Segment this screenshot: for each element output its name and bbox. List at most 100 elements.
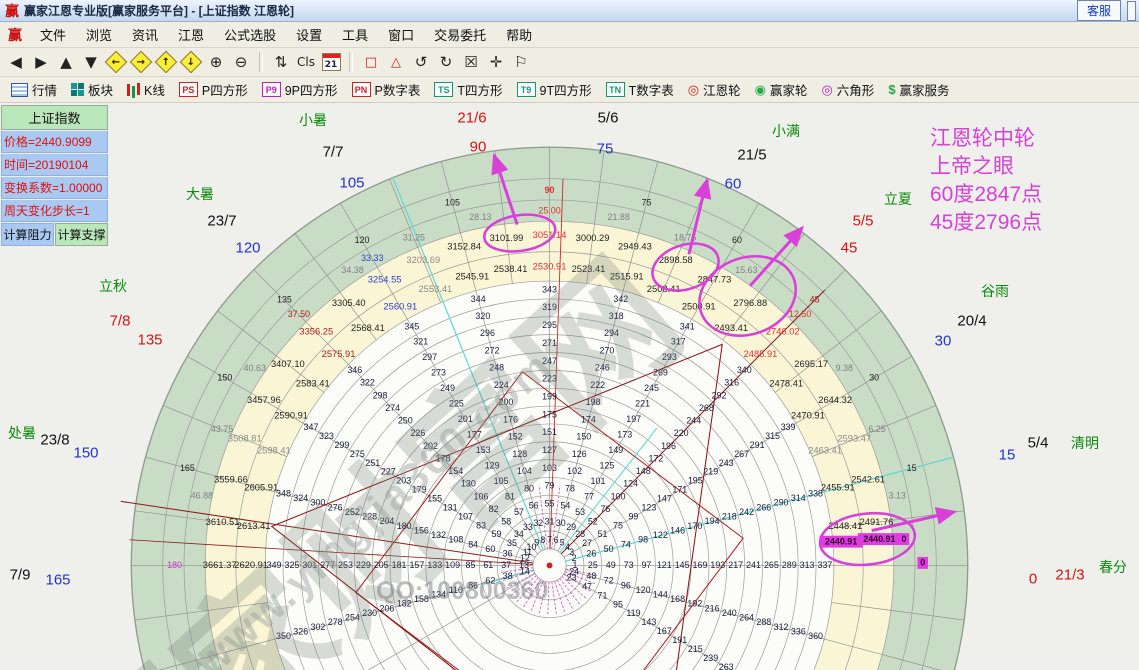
tool-K线[interactable]: K线 [120,78,172,101]
rotate-down-icon[interactable]: ▼ [80,51,102,73]
svg-text:3661.37: 3661.37 [203,560,237,570]
menu-item-7[interactable]: 窗口 [378,22,424,47]
svg-text:293: 293 [662,352,677,362]
pan-up-icon[interactable]: ↑ [154,50,178,74]
svg-text:149: 149 [608,445,623,455]
PS-icon: PS [178,82,198,97]
svg-text:72: 72 [604,576,614,586]
tool-9T四方形[interactable]: T9 9T四方形 [510,78,599,101]
svg-text:298: 298 [373,390,388,400]
calendar-icon[interactable]: 21 [320,51,342,73]
tool-行情[interactable]: 行情 [4,78,64,101]
svg-text:345: 345 [404,321,419,331]
edge-partial-button[interactable] [1127,0,1136,21]
pan-left-icon[interactable]: ← [104,50,128,74]
menu-item-8[interactable]: 交易委托 [424,22,496,47]
tool-P数字表[interactable]: PN P数字表 [345,78,428,101]
menu-item-0[interactable]: 文件 [30,22,76,47]
tool-江恩轮[interactable]: ◎ 江恩轮 [681,78,748,101]
tool-label: 9P四方形 [284,84,338,98]
svg-text:241: 241 [746,560,761,570]
svg-text:107: 107 [458,511,473,521]
chart-type-toolbar: 行情 板块 K线 PS P四方形 P9 9P四方形 PN P数字表 TS T四方形 T9 9T四方形 TN… [0,77,1139,103]
svg-text:173: 173 [617,429,632,439]
xbox-tool-icon[interactable]: ☒ [460,51,482,73]
zoom-in-icon[interactable]: ⊕ [205,51,227,73]
tool-label: 赢家服务 [899,84,950,98]
svg-text:2463.41: 2463.41 [808,446,842,456]
svg-text:178: 178 [436,453,451,463]
svg-text:344: 344 [471,294,486,304]
main-toolbar: ◀ ▶ ▲ ▼ ← → ↑ ↓ ⊕ ⊖ ⇅ Cls 21 □ △ ↺ ↻ ☒ ✛ ⚐ [0,48,1139,77]
rotate-up-icon[interactable]: ▲ [55,51,77,73]
svg-text:250: 250 [398,416,413,426]
wheel-outer-label: 清明 [1071,435,1099,451]
tool-T四方形[interactable]: TS T四方形 [427,78,509,101]
tool-P四方形[interactable]: PS P四方形 [172,78,255,101]
svg-text:77: 77 [584,491,594,501]
tool-六角形[interactable]: ◎ 六角形 [814,78,881,101]
rotate-cw-icon[interactable]: ↻ [435,51,457,73]
menu-item-4[interactable]: 公式选股 [214,22,286,47]
triangle-tool-icon[interactable]: △ [385,51,407,73]
zoom-out-icon[interactable]: ⊖ [230,51,252,73]
svg-text:169: 169 [693,560,708,570]
menu-item-2[interactable]: 资讯 [122,22,168,47]
svg-text:272: 272 [485,345,500,355]
svg-text:105: 105 [445,198,460,208]
pan-down-icon[interactable]: ↓ [179,50,203,74]
svg-text:31.25: 31.25 [403,232,425,242]
tool-赢家轮[interactable]: ◉ 赢家轮 [748,78,815,101]
svg-text:104: 104 [517,466,532,476]
rotate-ccw-icon[interactable]: ↺ [410,51,432,73]
svg-text:252: 252 [345,507,360,517]
svg-text:2538.41: 2538.41 [494,264,528,274]
svg-text:80: 80 [524,483,534,493]
menu-item-6[interactable]: 工具 [332,22,378,47]
svg-text:29: 29 [566,522,576,532]
menu-item-9[interactable]: 帮助 [496,22,542,47]
svg-text:177: 177 [467,429,482,439]
tool-T数字表[interactable]: TN T数字表 [599,78,681,101]
menu-item-5[interactable]: 设置 [286,22,332,47]
tool-赢家服务[interactable]: $ 赢家服务 [881,78,956,101]
pan-right-icon[interactable]: → [129,50,153,74]
svg-text:74: 74 [621,539,631,549]
svg-text:125: 125 [599,460,614,470]
svg-text:51: 51 [598,529,608,539]
button-计算阻力[interactable]: 计算阻力 [1,223,54,246]
button-计算支撑[interactable]: 计算支撑 [55,223,108,246]
svg-text:226: 226 [410,428,425,438]
svg-text:321: 321 [413,337,428,347]
svg-text:202: 202 [423,441,438,451]
tool-板块[interactable]: 板块 [64,78,120,101]
nav-back-icon[interactable]: ◀ [5,51,27,73]
wheel-outer-label: 30 [934,332,952,350]
cls-button[interactable]: Cls [295,51,317,73]
menu-item-3[interactable]: 江恩 [168,22,214,47]
svg-text:54: 54 [560,501,570,511]
svg-text:225: 225 [449,399,464,409]
nav-forward-icon[interactable]: ▶ [30,51,52,73]
svg-text:315: 315 [765,431,780,441]
fit-tool-icon[interactable]: ✛ [485,51,507,73]
menu-item-1[interactable]: 浏览 [76,22,122,47]
svg-text:83: 83 [476,520,486,530]
svg-text:2455.91: 2455.91 [821,483,855,493]
customer-service-button[interactable]: 客服 [1076,0,1121,21]
svg-text:78: 78 [565,483,575,493]
title-bar: 赢 赢家江恩专业版[赢家服务平台] - [上证指数 江恩轮] 客服 [0,0,1139,22]
tool-9P四方形[interactable]: P9 9P四方形 [255,78,345,101]
updown-icon[interactable]: ⇅ [270,51,292,73]
svg-text:2598.41: 2598.41 [257,446,291,456]
wheel-outer-label: 5/5 [852,212,874,230]
svg-text:76: 76 [600,504,610,514]
svg-text:254: 254 [345,613,360,623]
svg-text:299: 299 [334,440,349,450]
flag-tool-icon[interactable]: ⚐ [510,51,532,73]
svg-text:2796.88: 2796.88 [733,298,767,308]
square-tool-icon[interactable]: □ [360,51,382,73]
svg-text:265: 265 [764,560,779,570]
svg-text:206: 206 [380,603,395,613]
svg-text:194: 194 [705,516,720,526]
